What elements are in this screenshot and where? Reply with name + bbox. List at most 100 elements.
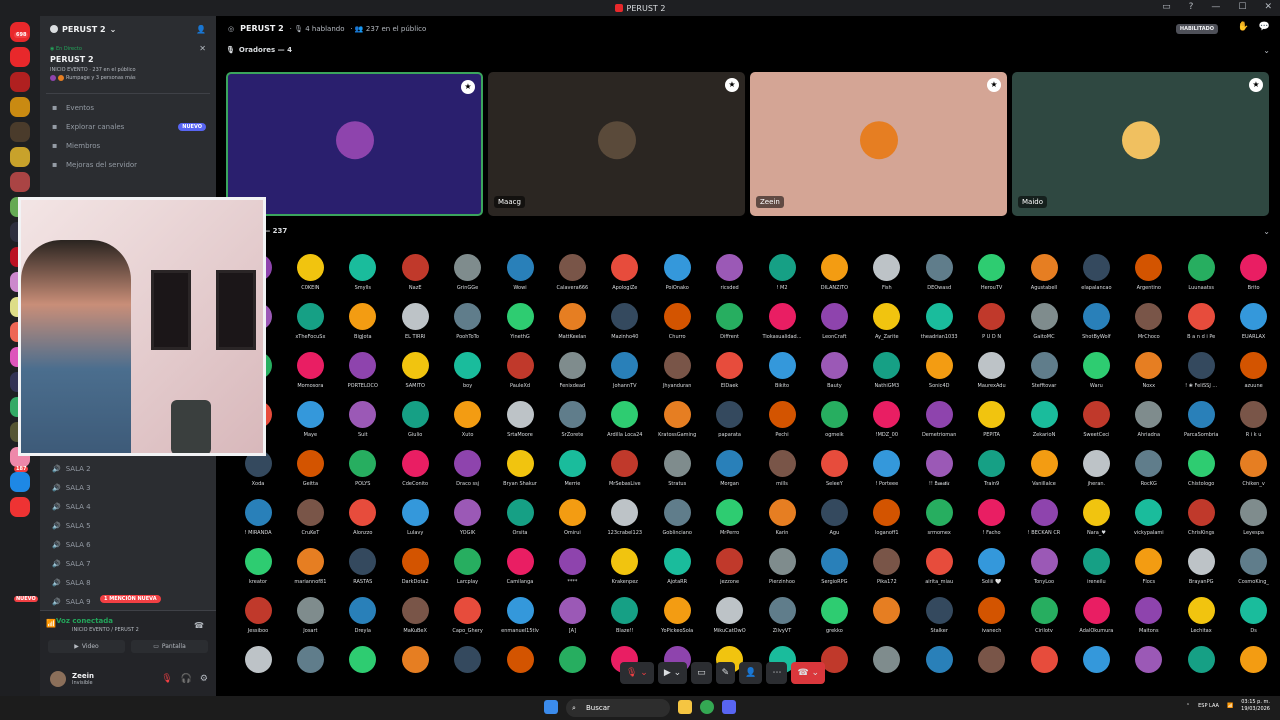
audience-member[interactable]: jezzone xyxy=(704,548,756,585)
clock[interactable]: 03:15 p. m. 19/03/2026 xyxy=(1241,699,1270,713)
audience-member[interactable]: Ds xyxy=(1228,597,1280,634)
server-icon[interactable] xyxy=(10,97,30,117)
audience-member[interactable]: !MDZ_00 xyxy=(861,401,913,438)
guild-header[interactable]: PERUST 2 ⌄ 👤 xyxy=(40,16,216,42)
audience-member[interactable]: loganoff1 xyxy=(861,499,913,536)
audience-member[interactable]: Train9 xyxy=(966,450,1018,487)
audience-member[interactable]: Pika172 xyxy=(861,548,913,585)
audience-member[interactable]: ! BECKAN CR xyxy=(1018,499,1070,536)
audience-member[interactable]: Soliii 🤍 xyxy=(966,548,1018,585)
audience-member[interactable]: Omirui xyxy=(546,499,598,536)
audience-member[interactable]: NathiGM3 xyxy=(861,352,913,389)
camera-button[interactable]: ▶ ⌄ xyxy=(657,662,688,684)
audience-member[interactable]: Leyespa xyxy=(1228,499,1280,536)
audience-member[interactable]: CdeConito xyxy=(389,450,441,487)
more-button[interactable]: ⋯ xyxy=(766,662,788,684)
live-stage-card[interactable]: ◉ En Directo PERUST 2 INICIO EVENTO · 23… xyxy=(46,42,210,94)
audience-member[interactable]: ! Porteee xyxy=(861,450,913,487)
audience-member[interactable]: YoPickeoSola xyxy=(651,597,703,634)
voice-channel[interactable]: 🔊 SALA 3 xyxy=(40,478,216,497)
audience-member[interactable]: PoohToTo xyxy=(442,303,494,340)
audience-member[interactable]: Bryan Shakur xyxy=(494,450,546,487)
leave-stage-button[interactable]: ☎ ⌄ xyxy=(791,662,826,684)
audience-member[interactable] xyxy=(1123,646,1175,677)
headphones-icon[interactable]: 🎧 xyxy=(181,674,192,684)
audience-member[interactable]: ! M2 xyxy=(756,254,808,291)
speaker-tile[interactable]: ★ Zeein xyxy=(750,72,1007,216)
audience-member[interactable]: YinethG xyxy=(494,303,546,340)
audience-member[interactable]: Ay_Zarite xyxy=(861,303,913,340)
audience-member[interactable]: Wowi xyxy=(494,254,546,291)
server-icon[interactable] xyxy=(10,172,30,192)
file-explorer-icon[interactable] xyxy=(678,700,692,714)
server-icon[interactable] xyxy=(10,47,30,67)
speaker-tile[interactable]: ★ Maacg xyxy=(488,72,745,216)
audience-member[interactable]: C0KEIN xyxy=(284,254,336,291)
audience-member[interactable]: xTheFocuSx xyxy=(284,303,336,340)
audience-member[interactable]: MaurexAdu xyxy=(966,352,1018,389)
chrome-icon[interactable] xyxy=(700,700,714,714)
audience-member[interactable]: Lechitax xyxy=(1175,597,1227,634)
audience-member[interactable]: SergioRPG xyxy=(808,548,860,585)
audience-member[interactable]: Maye xyxy=(284,401,336,438)
audience-member[interactable]: Calavera666 xyxy=(546,254,598,291)
audience-member[interactable]: Merrie xyxy=(546,450,598,487)
audience-member[interactable]: SrZorete xyxy=(546,401,598,438)
audience-member[interactable]: 123crabel123 xyxy=(599,499,651,536)
audience-member[interactable]: Nara_♥ xyxy=(1070,499,1122,536)
audience-member[interactable]: Noxx xyxy=(1123,352,1175,389)
audience-member[interactable]: ElDaek xyxy=(704,352,756,389)
audience-member[interactable]: Bauty xyxy=(808,352,860,389)
audience-member[interactable] xyxy=(1070,646,1122,677)
gear-icon[interactable]: ⚙ xyxy=(200,674,208,684)
audience-member[interactable]: NazE xyxy=(389,254,441,291)
audience-member[interactable]: LeonCraft xyxy=(808,303,860,340)
speaker-tile[interactable]: ★ xyxy=(226,72,483,216)
nav-item[interactable]: ▪ Miembros xyxy=(40,136,216,155)
audience-member[interactable]: Mazinho40 xyxy=(599,303,651,340)
voice-channel[interactable]: 🔊 SALA 2 xyxy=(40,459,216,478)
audience-member[interactable]: EUARLAX xyxy=(1228,303,1280,340)
audience-member[interactable]: CruKeT xyxy=(284,499,336,536)
audience-member[interactable]: SrtaMoore xyxy=(494,401,546,438)
audience-member[interactable]: enmanuel15tlv xyxy=(494,597,546,634)
audience-member[interactable] xyxy=(232,646,284,677)
audience-member[interactable]: ivanech xyxy=(966,597,1018,634)
audience-member[interactable]: Orsita xyxy=(494,499,546,536)
audience-member[interactable]: Camilanga xyxy=(494,548,546,585)
inbox-icon[interactable]: ▭ xyxy=(1162,2,1171,12)
audience-member[interactable]: Goblinciano xyxy=(651,499,703,536)
audience-member[interactable]: SweetCeci xyxy=(1070,401,1122,438)
audience-member[interactable]: POLYS xyxy=(337,450,389,487)
audience-member[interactable]: DILANZITO xyxy=(808,254,860,291)
server-icon[interactable] xyxy=(10,72,30,92)
server-icon[interactable] xyxy=(10,497,30,517)
audience-member[interactable]: RASTAS xyxy=(337,548,389,585)
voice-channel[interactable]: 🔊 SALA 9 1 MENCIÓN NUEVA xyxy=(40,592,216,611)
audience-member[interactable]: grekko xyxy=(808,597,860,634)
audience-member[interactable]: Stratus xyxy=(651,450,703,487)
audience-member[interactable] xyxy=(1228,646,1280,677)
audience-member[interactable]: ChrisKings xyxy=(1175,499,1227,536)
audience-member[interactable]: Dreyla xyxy=(337,597,389,634)
audience-member[interactable]: Jessiboo xyxy=(232,597,284,634)
voice-channel[interactable]: 🔊 SALA 6 xyxy=(40,535,216,554)
audience-member[interactable]: YOGIK xyxy=(442,499,494,536)
speaker-tile[interactable]: ★ Maido xyxy=(1012,72,1269,216)
audience-member[interactable]: Suit xyxy=(337,401,389,438)
audience-member[interactable]: DarkDota2 xyxy=(389,548,441,585)
audience-member[interactable]: PEPITA xyxy=(966,401,1018,438)
audience-member[interactable]: HerouTV xyxy=(966,254,1018,291)
audience-member[interactable]: ApologiZe xyxy=(599,254,651,291)
audience-member[interactable]: RocKG xyxy=(1123,450,1175,487)
audience-member[interactable]: MattKeelan xyxy=(546,303,598,340)
audience-member[interactable]: R i k u xyxy=(1228,401,1280,438)
server-icon[interactable] xyxy=(10,147,30,167)
mention-badge[interactable]: 1 MENCIÓN NUEVA xyxy=(100,595,161,603)
audience-member[interactable]: ZilvyVT xyxy=(756,597,808,634)
audience-member[interactable]: Morgan xyxy=(704,450,756,487)
audience-member[interactable]: Fish xyxy=(861,254,913,291)
audience-member[interactable]: Ardilla Loca24 xyxy=(599,401,651,438)
audience-member[interactable]: MaKuBeX xyxy=(389,597,441,634)
audience-member[interactable]: JohannTV xyxy=(599,352,651,389)
